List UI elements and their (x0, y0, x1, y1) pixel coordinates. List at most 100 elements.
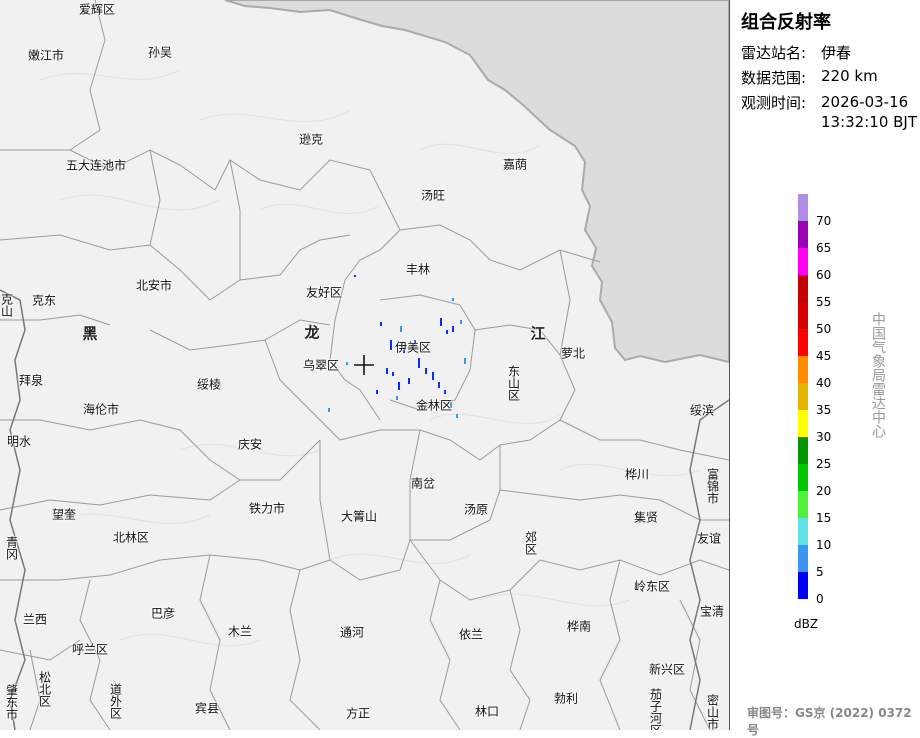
place-label: 绥棱 (196, 377, 222, 392)
time-date: 2026-03-16 (821, 93, 909, 111)
place-label: 大箐山 (340, 509, 378, 524)
legend-swatch (798, 302, 808, 329)
place-label: 桦川 (624, 467, 650, 482)
station-value: 伊春 (821, 44, 852, 62)
legend-tick-label: 0 (816, 592, 824, 606)
place-label: 丰林 (405, 262, 431, 277)
legend-swatch (798, 545, 808, 572)
legend-swatch (798, 518, 808, 545)
station-label: 雷达站名: (741, 44, 807, 62)
province-label-jiang: 江 (530, 324, 546, 343)
legend-swatch (798, 410, 808, 437)
place-label: 宾县 (194, 701, 220, 716)
place-label: 松北区 (37, 671, 52, 707)
legend-tick-label: 40 (816, 376, 832, 390)
place-label: 勃利 (553, 691, 579, 706)
legend-swatch (798, 221, 808, 248)
radar-map[interactable]: 黑 龙 江 爱辉区 嫩江市 孙吴 逊克 五大连池市 嘉荫 汤旺 丰林 友好区 北… (0, 0, 729, 730)
place-label: 友好区 (305, 285, 343, 300)
place-label: 伊美区 (394, 340, 432, 355)
time-clock: 13:32:10 BJT (821, 113, 918, 131)
place-label: 木兰 (227, 624, 253, 639)
place-label: 依兰 (458, 627, 484, 642)
place-label: 东山区 (506, 365, 521, 401)
place-label: 明水 (6, 434, 32, 449)
legend-tick-label: 25 (816, 457, 832, 471)
place-label: 青冈 (4, 536, 19, 560)
legend-tick-label: 70 (816, 214, 832, 228)
legend-unit: dBZ (794, 617, 819, 631)
place-label: 北安市 (135, 278, 173, 293)
legend-tick-label: 35 (816, 403, 832, 417)
legend-swatch (798, 356, 808, 383)
place-label: 金林区 (415, 398, 453, 413)
russia-region (224, 0, 729, 364)
place-label: 富锦市 (705, 468, 720, 504)
place-label: 呼兰区 (71, 642, 109, 657)
info-panel: 组合反射率 雷达站名: 伊春 数据范围: 220 km 观测时间: 2026-0… (729, 0, 920, 737)
place-label: 道外区 (108, 683, 123, 719)
legend-swatch (798, 329, 808, 356)
product-title: 组合反射率 (741, 12, 831, 33)
place-label: 密山市 (705, 694, 720, 730)
legend-tick-label: 5 (816, 565, 824, 579)
place-label: 乌翠区 (302, 358, 340, 373)
legend-swatch (798, 437, 808, 464)
place-label: 友谊 (696, 531, 722, 546)
time-label: 观测时间: (741, 94, 807, 112)
legend-swatch (798, 275, 808, 302)
place-label: 郊区 (523, 531, 538, 555)
range-value: 220 km (821, 67, 878, 85)
place-label: 嘉荫 (502, 157, 528, 172)
place-label: 集贤 (633, 510, 659, 525)
legend-tick-label: 45 (816, 349, 832, 363)
legend-tick-label: 15 (816, 511, 832, 525)
map-approval-number: 审图号：GS京 (2022) 0372号 (747, 706, 912, 737)
place-label: 汤原 (463, 502, 489, 517)
legend-tick-label: 30 (816, 430, 832, 444)
radar-station-marker[interactable] (354, 355, 374, 375)
place-label: 通河 (339, 625, 365, 640)
place-label: 拜泉 (18, 373, 44, 388)
legend-tick-label: 20 (816, 484, 832, 498)
province-label-long: 龙 (304, 323, 320, 342)
place-label: 五大连池市 (65, 158, 127, 173)
place-label: 方正 (345, 706, 371, 721)
legend-tick-label: 65 (816, 241, 832, 255)
legend-swatch (798, 464, 808, 491)
place-label: 汤旺 (420, 188, 446, 203)
place-label: 岭东区 (633, 579, 671, 594)
place-label: 爱辉区 (78, 2, 116, 17)
legend-tick-label: 50 (816, 322, 832, 336)
place-label: 新兴区 (648, 662, 686, 677)
place-label: 宝清 (699, 604, 725, 619)
place-label: 铁力市 (248, 501, 286, 516)
legend-swatch (798, 572, 808, 599)
place-label: 嫩江市 (27, 48, 65, 63)
legend-tick-label: 60 (816, 268, 832, 282)
place-label: 望奎 (51, 507, 77, 522)
place-label: 桦南 (566, 619, 592, 634)
legend-tick-label: 10 (816, 538, 832, 552)
place-label: 萝北 (560, 346, 586, 361)
place-label: 肇东市 (4, 684, 19, 720)
legend-swatch (798, 383, 808, 410)
legend-tick-label: 55 (816, 295, 832, 309)
watermark-text: 中国气象局雷达中心 (870, 312, 886, 438)
range-label: 数据范围: (741, 69, 807, 87)
place-label: 庆安 (237, 437, 263, 452)
place-label: 巴彦 (150, 606, 176, 621)
province-label-hei: 黑 (82, 324, 98, 343)
place-label: 林口 (474, 704, 500, 719)
legend-swatch (798, 248, 808, 275)
place-label: 海伦市 (82, 402, 120, 417)
place-label: 绥滨 (689, 403, 715, 418)
map-base (0, 0, 729, 730)
place-label: 南岔 (410, 476, 436, 491)
legend-swatch (798, 491, 808, 518)
place-label: 茄子河区 (648, 688, 663, 730)
place-label: 孙吴 (147, 45, 173, 60)
place-label: 克东 (31, 293, 57, 308)
legend-swatch (798, 194, 808, 221)
place-label: 逊克 (298, 132, 324, 147)
